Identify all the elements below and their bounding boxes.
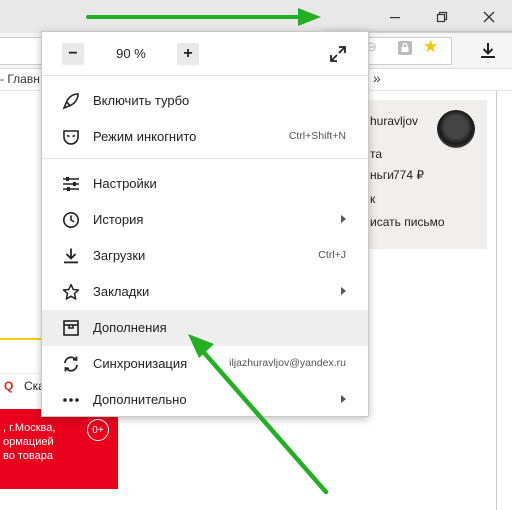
more-dots-icon <box>63 398 79 402</box>
menu-item-sync[interactable]: Синхронизация iljazhuravljov@yandex.ru <box>42 346 368 382</box>
download-icon <box>64 248 78 264</box>
menu-divider <box>42 158 368 159</box>
menu-item-label: История <box>93 212 144 227</box>
incognito-mask-icon <box>63 130 79 145</box>
ad-banner[interactable]: , г.Москва, ормацией во товара 0+ <box>0 409 118 489</box>
menu-item-incognito[interactable]: Режим инкогнито Ctrl+Shift+N <box>42 119 368 155</box>
menu-item-turbo[interactable]: Включить турбо <box>42 83 368 119</box>
close-button[interactable] <box>467 0 511 33</box>
zoom-out-button[interactable]: − <box>62 43 84 65</box>
sync-account-email: iljazhuravljov@yandex.ru <box>229 357 346 369</box>
submenu-arrow-icon <box>341 395 346 403</box>
write-letter-link[interactable]: исать письмо <box>370 215 445 229</box>
account-link[interactable]: к <box>370 192 375 206</box>
banner-line: , г.Москва, <box>3 422 56 434</box>
restore-icon <box>436 11 448 22</box>
menu-item-history[interactable]: История <box>42 202 368 238</box>
download-icon[interactable] <box>478 41 498 61</box>
menu-item-label: Дополнительно <box>93 392 187 407</box>
bookmark-star-icon <box>62 283 80 300</box>
banner-line: ормацией <box>3 436 54 448</box>
lock-icon[interactable] <box>398 41 412 55</box>
sync-icon <box>64 356 78 372</box>
menu-item-label: Включить турбо <box>93 93 190 108</box>
menu-item-bookmarks[interactable]: Закладки <box>42 274 368 310</box>
banner-line: во товара <box>3 450 53 462</box>
age-rating-badge: 0+ <box>87 419 109 441</box>
search-accent-line <box>0 338 44 340</box>
avatar[interactable] <box>437 110 475 148</box>
account-balance: 774 ₽ <box>393 168 424 182</box>
account-username: huravljov <box>370 114 419 128</box>
search-icon: Q <box>4 379 14 393</box>
zoom-row: − 90 % + <box>42 32 368 76</box>
bookmark-star-icon[interactable]: ★ <box>423 37 438 57</box>
menu-item-label: Синхронизация <box>93 356 188 371</box>
zoom-in-button[interactable]: + <box>177 43 199 65</box>
menu-item-more[interactable]: Дополнительно <box>42 382 368 418</box>
menu-item-extensions[interactable]: Дополнения <box>42 310 368 346</box>
history-clock-icon <box>63 212 79 228</box>
submenu-arrow-icon <box>341 215 346 223</box>
menu-item-downloads[interactable]: Загрузки Ctrl+J <box>42 238 368 274</box>
menu-item-label: Загрузки <box>93 248 146 263</box>
submenu-arrow-icon <box>341 287 346 295</box>
title-bar <box>0 0 512 417</box>
minimize-icon <box>390 16 400 18</box>
minimize-button[interactable] <box>373 0 417 33</box>
settings-sliders-icon <box>63 177 79 191</box>
close-icon <box>483 11 495 22</box>
fullscreen-icon[interactable] <box>329 45 347 63</box>
menu-item-label: Настройки <box>93 176 157 191</box>
menu-item-shortcut: Ctrl+Shift+N <box>288 130 346 142</box>
menu-item-settings[interactable]: Настройки <box>42 166 368 202</box>
bookmarks-more-button[interactable]: » <box>373 70 381 86</box>
account-money-label[interactable]: ньги <box>370 168 394 182</box>
account-mail-link[interactable]: та <box>370 147 382 161</box>
bookmark-item[interactable]: - Главн <box>0 72 40 86</box>
rocket-icon <box>62 93 79 110</box>
search-field-fragment[interactable]: Q Ска <box>0 373 45 399</box>
extensions-icon <box>63 320 79 336</box>
browser-main-menu: − 90 % + Включить турбо Режим инкогнито … <box>41 31 369 417</box>
zoom-level: 90 % <box>116 46 146 61</box>
menu-item-label: Режим инкогнито <box>93 129 197 144</box>
menu-item-label: Дополнения <box>93 320 167 335</box>
menu-item-shortcut: Ctrl+J <box>318 249 346 261</box>
menu-item-label: Закладки <box>93 284 150 299</box>
page-scrollbar-edge <box>496 91 497 510</box>
restore-button[interactable] <box>420 0 464 33</box>
